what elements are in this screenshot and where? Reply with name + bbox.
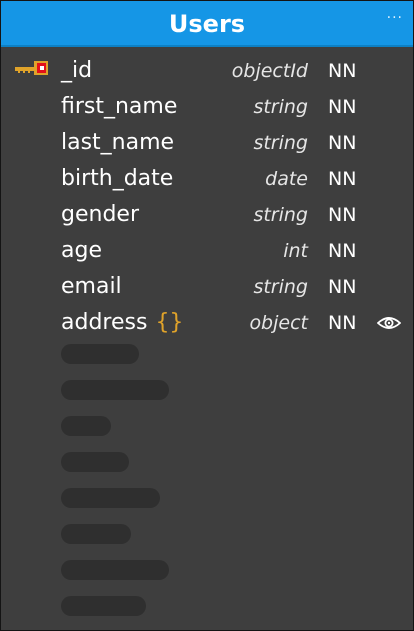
- field-constraint: NN: [328, 168, 357, 190]
- field-type: string: [253, 96, 308, 118]
- collection-title: Users: [168, 10, 246, 38]
- field-type: string: [253, 276, 308, 298]
- more-options-icon[interactable]: ···: [387, 11, 403, 25]
- field-constraint: NN: [328, 276, 357, 298]
- primary-key-icon: [15, 61, 48, 75]
- placeholder-bar: [61, 524, 131, 544]
- field-name: address {}: [61, 308, 183, 338]
- field-name: last_name: [61, 130, 175, 155]
- field-name: _id: [61, 58, 93, 83]
- placeholder-bar: [61, 488, 160, 508]
- field-type: date: [265, 168, 308, 190]
- placeholder-bar: [61, 596, 146, 616]
- field-type: int: [283, 240, 308, 262]
- field-constraint: NN: [328, 60, 357, 82]
- collection-header[interactable]: Users ···: [1, 1, 413, 47]
- placeholder-bar: [61, 344, 139, 364]
- field-row-address[interactable]: address {} object NN: [1, 305, 413, 341]
- field-name: email: [61, 274, 122, 299]
- field-constraint: NN: [328, 96, 357, 118]
- field-name: first_name: [61, 94, 178, 119]
- field-constraint: NN: [328, 132, 357, 154]
- field-name: gender: [61, 202, 139, 227]
- field-row-age[interactable]: age int NN: [1, 233, 413, 269]
- field-name-text: address: [61, 310, 148, 335]
- field-row-gender[interactable]: gender string NN: [1, 197, 413, 233]
- field-type: objectId: [231, 60, 308, 82]
- field-name: birth_date: [61, 166, 174, 191]
- collection-card: Users ··· _id objectId NN first_name str…: [0, 0, 414, 631]
- field-row-first-name[interactable]: first_name string NN: [1, 89, 413, 125]
- placeholder-bar: [61, 416, 111, 436]
- field-type: string: [253, 204, 308, 226]
- field-constraint: NN: [328, 312, 357, 334]
- field-row-id[interactable]: _id objectId NN: [1, 53, 413, 89]
- field-row-last-name[interactable]: last_name string NN: [1, 125, 413, 161]
- field-row-birth-date[interactable]: birth_date date NN: [1, 161, 413, 197]
- eye-icon[interactable]: [377, 315, 401, 331]
- object-braces-icon: {}: [155, 310, 184, 335]
- field-type: object: [249, 312, 308, 334]
- field-row-email[interactable]: email string NN: [1, 269, 413, 305]
- field-constraint: NN: [328, 204, 357, 226]
- placeholder-bar: [61, 452, 129, 472]
- field-type: string: [253, 132, 308, 154]
- field-name: age: [61, 238, 102, 263]
- field-constraint: NN: [328, 240, 357, 262]
- placeholder-bar: [61, 560, 169, 580]
- placeholder-bar: [61, 380, 169, 400]
